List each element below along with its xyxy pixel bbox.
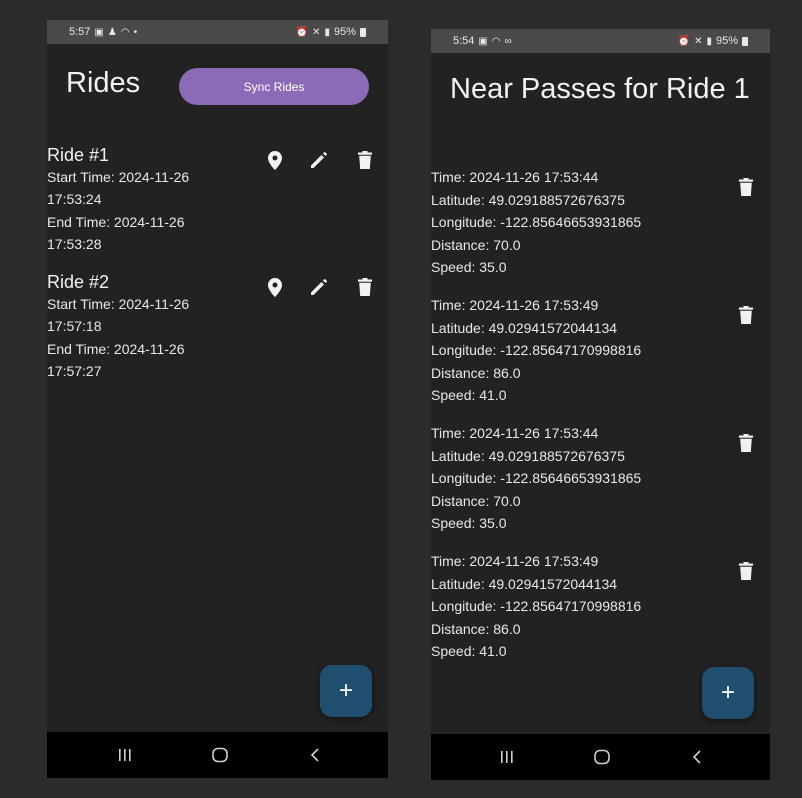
- trash-icon[interactable]: [737, 304, 755, 326]
- trash-icon[interactable]: [737, 432, 755, 454]
- pass-longitude: Longitude: -122.85646653931865: [431, 470, 642, 487]
- trash-icon[interactable]: [355, 149, 375, 171]
- trash-icon[interactable]: [355, 276, 375, 298]
- ride-start-time: 17:57:18: [47, 318, 102, 334]
- ride-start-time: 17:53:24: [47, 191, 102, 207]
- pass-time: Time: 2024-11-26 17:53:49: [431, 553, 599, 569]
- near-pass-item: Time: 2024-11-26 17:53:49 Latitude: 49.02…: [431, 294, 770, 412]
- dot-icon: •: [133, 26, 138, 38]
- navigation-bar: [47, 732, 388, 778]
- pass-time: Time: 2024-11-26 17:53:44: [431, 169, 599, 185]
- location-pin-icon[interactable]: [265, 276, 285, 298]
- back-icon[interactable]: [685, 746, 709, 768]
- trash-icon[interactable]: [737, 176, 755, 198]
- battery-percent: 95%: [333, 26, 356, 38]
- plus-icon: +: [338, 677, 353, 704]
- ride-start-label: Start Time: 2024-11-26: [47, 169, 190, 185]
- notification-icon: ♟: [107, 26, 117, 38]
- pass-latitude: Latitude: 49.029188572676375: [431, 191, 625, 208]
- plus-icon: +: [720, 679, 735, 706]
- pass-time: Time: 2024-11-26 17:53:49: [431, 297, 599, 313]
- ride-end-label: End Time: 2024-11-26: [47, 214, 185, 230]
- ride-start-label: Start Time: 2024-11-26: [47, 296, 190, 312]
- ride-actions: [265, 149, 375, 173]
- ride-actions: [265, 276, 375, 300]
- pass-latitude: Latitude: 49.029188572676375: [431, 447, 625, 464]
- page-title: Near Passes for Ride 1: [450, 73, 750, 105]
- home-icon[interactable]: [590, 746, 614, 768]
- pass-distance: Distance: 86.0: [431, 364, 521, 381]
- recents-icon[interactable]: [113, 744, 137, 766]
- pass-longitude: Longitude: -122.85647170998816: [431, 342, 642, 359]
- pencil-icon[interactable]: [309, 276, 329, 298]
- gallery-icon: ▣: [94, 26, 104, 38]
- pass-latitude: Latitude: 49.02941572044134: [431, 575, 618, 592]
- status-time: 5:54: [453, 35, 475, 47]
- add-ride-button[interactable]: +: [320, 665, 372, 717]
- pass-distance: Distance: 86.0: [431, 620, 521, 637]
- battery-percent: 95%: [715, 35, 738, 47]
- pencil-icon[interactable]: [309, 149, 329, 171]
- mute-icon: ✕: [694, 35, 703, 47]
- alarm-icon: ⏰: [295, 26, 309, 38]
- trash-icon[interactable]: [737, 560, 755, 582]
- pass-longitude: Longitude: -122.85647170998816: [431, 598, 642, 615]
- ride-end-label: End Time: 2024-11-26: [47, 341, 185, 357]
- signal-icon: ▮: [706, 35, 712, 47]
- near-pass-item: Time: 2024-11-26 17:53:44 Latitude: 49.02…: [431, 166, 770, 284]
- pass-speed: Speed: 35.0: [431, 259, 507, 276]
- near-passes-screen: 5:54 ▣ ◠ ∞ ⏰ ✕ ▮ 95% Near Passes for Rid…: [431, 29, 770, 780]
- home-icon[interactable]: [208, 744, 232, 766]
- alarm-icon: ⏰: [677, 35, 691, 47]
- add-near-pass-button[interactable]: +: [702, 667, 754, 719]
- pass-speed: Speed: 41.0: [431, 643, 507, 660]
- back-icon[interactable]: [303, 744, 327, 766]
- pass-distance: Distance: 70.0: [431, 236, 521, 253]
- navigation-bar: [431, 734, 770, 780]
- gallery-icon: ▣: [478, 35, 488, 47]
- pass-distance: Distance: 70.0: [431, 492, 521, 509]
- status-bar: 5:54 ▣ ◠ ∞ ⏰ ✕ ▮ 95%: [431, 29, 770, 53]
- location-pin-icon[interactable]: [265, 149, 285, 171]
- recents-icon[interactable]: [495, 746, 519, 768]
- mute-icon: ✕: [312, 26, 321, 38]
- wifi-icon: ◠: [120, 26, 130, 38]
- battery-icon: [360, 27, 366, 37]
- ride-end-time: 17:57:27: [47, 363, 102, 379]
- wifi-icon: ◠: [491, 35, 501, 47]
- near-pass-item: Time: 2024-11-26 17:53:49 Latitude: 49.02…: [431, 550, 770, 668]
- signal-icon: ▮: [324, 26, 330, 38]
- ride-end-time: 17:53:28: [47, 236, 102, 252]
- rides-screen: 5:57 ▣ ♟ ◠ • ⏰ ✕ ▮ 95% Rides Sync Rides …: [47, 20, 388, 778]
- battery-icon: [742, 36, 748, 46]
- pass-speed: Speed: 41.0: [431, 387, 507, 404]
- ride-title: Ride #2: [47, 272, 110, 292]
- ride-title: Ride #1: [47, 145, 110, 165]
- sync-rides-button[interactable]: Sync Rides: [179, 68, 369, 105]
- near-pass-item: Time: 2024-11-26 17:53:44 Latitude: 49.02…: [431, 422, 770, 540]
- pass-latitude: Latitude: 49.02941572044134: [431, 319, 618, 336]
- page-title: Rides: [66, 67, 141, 99]
- status-time: 5:57: [69, 26, 91, 38]
- pass-time: Time: 2024-11-26 17:53:44: [431, 425, 599, 441]
- pass-speed: Speed: 35.0: [431, 515, 507, 532]
- voicemail-icon: ∞: [504, 35, 512, 47]
- status-bar: 5:57 ▣ ♟ ◠ • ⏰ ✕ ▮ 95%: [47, 20, 388, 44]
- pass-longitude: Longitude: -122.85646653931865: [431, 214, 642, 231]
